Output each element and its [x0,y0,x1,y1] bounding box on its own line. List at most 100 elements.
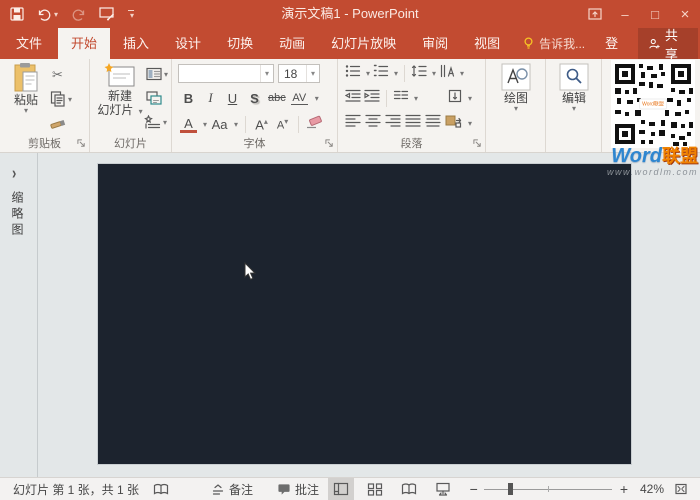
paste-button[interactable]: 粘贴 ▾ [8,63,44,115]
proofing-button[interactable] [146,478,176,500]
editing-button[interactable]: 编辑 ▾ [554,63,594,113]
bullets-button[interactable] [345,64,361,83]
paragraph-dialog-launcher[interactable] [472,138,483,149]
section-button[interactable]: ▾ [144,112,167,132]
line-spacing-dropdown-icon[interactable]: ▾ [432,69,436,78]
bullets-dropdown-icon[interactable]: ▾ [366,69,370,78]
comments-label: 批注 [295,481,319,498]
redo-button[interactable] [71,8,86,21]
copy-button[interactable]: ▾ [50,89,72,109]
new-slide-button[interactable]: 新建 幻灯片 ▾ [96,63,144,119]
thumbnails-pane-label[interactable]: 缩略图 [9,191,26,239]
line-spacing-button[interactable] [411,64,427,83]
drawing-button[interactable]: 绘图 ▾ [496,63,536,113]
zoom-level-indicator[interactable]: 42% [632,482,668,496]
decrease-indent-button[interactable] [345,89,361,108]
zoom-in-button[interactable]: + [616,478,632,500]
font-size-combobox[interactable]: 18 ▾ [278,64,320,83]
notes-toggle-button[interactable]: 备注 [204,478,260,500]
justify-button[interactable] [405,114,421,133]
chevron-down-icon: ▾ [130,11,134,20]
grow-font-button[interactable]: A▴ [253,117,270,132]
cut-button[interactable]: ✂ [52,65,63,85]
zoom-slider[interactable] [484,478,612,500]
strikethrough-button[interactable]: abc [268,92,286,104]
change-case-dropdown-icon[interactable]: ▾ [234,120,238,129]
tab-review[interactable]: 审阅 [409,28,461,59]
align-right-button[interactable] [385,114,401,133]
align-text-button[interactable] [447,89,463,108]
character-spacing-dropdown-icon[interactable]: ▾ [315,94,319,103]
minimize-button[interactable]: – [610,0,640,28]
share-button[interactable]: 共享 [638,28,698,59]
slide-sorter-icon [367,482,383,496]
slide-number-indicator[interactable]: 幻灯片 第 1 张，共 1 张 [6,478,146,500]
thumbnails-pane-collapsed: › 缩略图 [0,153,38,477]
save-button[interactable] [10,7,24,21]
font-color-button[interactable]: A [180,117,197,133]
distribute-button[interactable] [425,114,441,133]
new-slide-dropdown-icon[interactable]: ▾ [139,107,143,116]
expand-pane-chevron-icon[interactable]: › [12,162,16,182]
copy-dropdown-icon[interactable]: ▾ [68,95,72,104]
clear-formatting-button[interactable] [306,115,322,134]
normal-view-button[interactable] [328,478,354,500]
font-name-combobox[interactable]: ▾ [178,64,274,83]
undo-button[interactable]: ▾ [37,8,58,21]
fit-slide-to-window-button[interactable] [668,478,694,500]
tab-slideshow[interactable]: 幻灯片放映 [318,28,409,59]
font-name-dropdown-icon[interactable]: ▾ [260,65,273,82]
text-direction-dropdown-icon[interactable]: ▾ [460,69,464,78]
tab-transitions[interactable]: 切换 [214,28,266,59]
change-case-button[interactable]: Aa [211,117,228,132]
customize-qat-button[interactable]: ▾ [128,10,134,19]
slide-sorter-view-button[interactable] [362,478,388,500]
paste-dropdown-icon[interactable]: ▾ [24,107,28,115]
tab-file[interactable]: 文件 [0,28,58,59]
text-shadow-button[interactable]: S [246,91,263,106]
tab-insert[interactable]: 插入 [110,28,162,59]
format-painter-button[interactable] [50,113,67,133]
undo-dropdown-icon[interactable]: ▾ [54,10,58,19]
tab-design[interactable]: 设计 [162,28,214,59]
comments-toggle-button[interactable]: 批注 [270,478,326,500]
tell-me-box[interactable]: 告诉我... [513,28,595,59]
align-left-button[interactable] [345,114,361,133]
tab-view[interactable]: 视图 [461,28,513,59]
smartart-dropdown-icon[interactable]: ▾ [468,119,472,128]
columns-button[interactable] [393,89,409,108]
tab-bar-extras: 告诉我... 登录 共享 [513,28,700,59]
paste-label: 粘贴 [14,93,38,107]
slide-canvas[interactable] [97,163,632,465]
numbering-dropdown-icon[interactable]: ▾ [394,69,398,78]
shrink-font-button[interactable]: A▾ [274,117,291,132]
clipboard-dialog-launcher[interactable] [76,138,87,149]
slideshow-view-button[interactable] [430,478,456,500]
numbering-button[interactable] [373,64,389,83]
zoom-out-button[interactable]: − [456,478,480,500]
bold-button[interactable]: B [180,91,197,106]
reset-slide-button[interactable] [146,88,162,108]
font-color-dropdown-icon[interactable]: ▾ [203,120,207,129]
tab-home[interactable]: 开始 [58,28,110,59]
columns-dropdown-icon[interactable]: ▾ [414,94,418,103]
text-direction-button[interactable] [439,64,455,83]
tab-animations[interactable]: 动画 [266,28,318,59]
zoom-slider-handle[interactable] [508,483,513,495]
underline-button[interactable]: U [224,91,241,106]
align-text-dropdown-icon[interactable]: ▾ [468,94,472,103]
redo-icon [71,8,86,21]
layout-button[interactable]: ▾ [146,64,168,84]
font-dialog-launcher[interactable] [324,138,335,149]
sign-in-button[interactable]: 登录 [595,28,638,59]
increase-indent-button[interactable] [364,89,380,108]
ribbon-display-options-button[interactable] [580,0,610,28]
start-slideshow-button[interactable] [99,7,115,21]
reading-view-button[interactable] [396,478,422,500]
smartart-convert-button[interactable] [445,114,462,133]
character-spacing-button[interactable]: AV [291,92,308,105]
italic-button[interactable]: I [202,90,219,106]
font-size-dropdown-icon[interactable]: ▾ [306,65,319,82]
align-center-button[interactable] [365,114,381,133]
undo-icon [37,8,52,21]
